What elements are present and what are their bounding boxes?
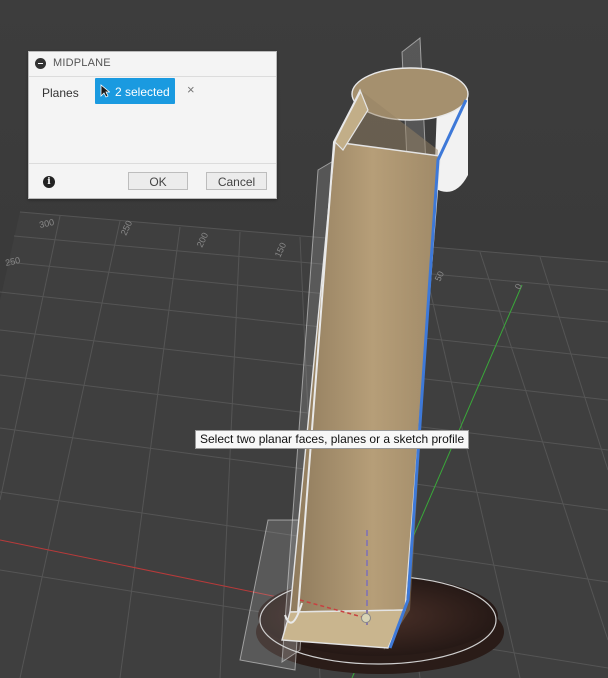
cursor-arrow-icon [100,84,110,98]
planes-selection-button[interactable]: 2 selected [95,78,175,104]
cancel-button[interactable]: Cancel [206,172,267,190]
dialog-header: MIDPLANE [29,52,276,77]
collapse-icon[interactable] [35,58,46,69]
dialog-title: MIDPLANE [53,57,111,69]
selection-count: 2 selected [115,85,170,99]
ok-button[interactable]: OK [128,172,188,190]
midplane-dialog: MIDPLANE Planes 2 selected × i OK Cancel [28,51,277,199]
info-icon[interactable]: i [43,176,55,188]
dialog-footer: i OK Cancel [29,163,276,198]
planes-label: Planes [42,86,79,100]
selection-tooltip: Select two planar faces, planes or a ske… [195,430,470,449]
close-icon[interactable]: × [187,83,195,96]
